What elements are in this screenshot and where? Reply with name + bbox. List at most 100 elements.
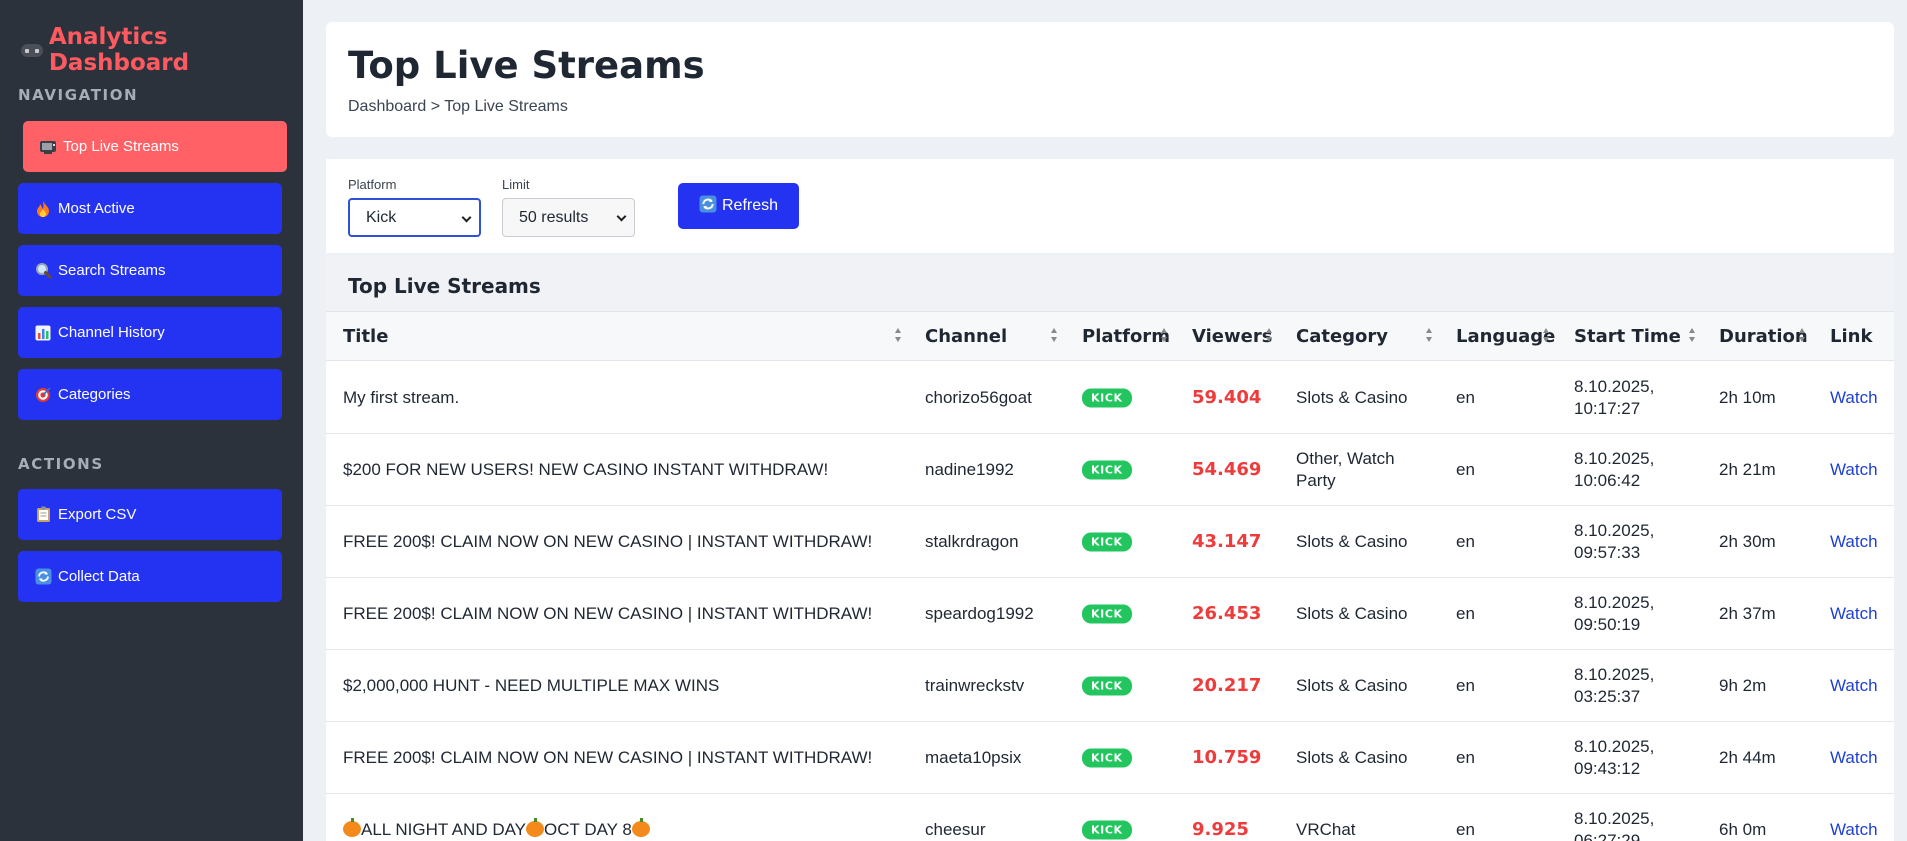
sort-icon[interactable] (1798, 328, 1806, 342)
title-part: ALL NIGHT AND DAY (361, 819, 527, 839)
nav-channel-history[interactable]: Channel History (18, 307, 282, 358)
target-icon (34, 386, 52, 404)
cell-start-time: 8.10.2025, 10:06:42 (1574, 448, 1654, 492)
sort-icon[interactable] (1688, 328, 1696, 342)
gamepad-icon (20, 40, 43, 60)
nav-search-streams[interactable]: Search Streams (18, 245, 282, 296)
cell-language: en (1456, 603, 1475, 623)
watch-link[interactable]: Watch (1830, 675, 1878, 697)
table-column-headers: Title Channel Platform Viewers Category … (326, 312, 1894, 361)
title-part: OCT DAY 8 (544, 819, 632, 839)
cell-duration: 2h 44m (1719, 747, 1776, 767)
filter-bar: Platform Kick Limit 50 results Refresh (326, 159, 1894, 253)
cell-channel: speardog1992 (925, 603, 1034, 623)
nav-item-label: Top Live Streams (63, 138, 179, 155)
platform-label: Platform (348, 177, 397, 192)
app-brand: Analytics Dashboard (20, 24, 303, 76)
chevron-down-icon (616, 211, 627, 222)
refresh-icon (699, 195, 717, 218)
cell-language: en (1456, 675, 1475, 695)
cell-channel: stalkrdragon (925, 531, 1019, 551)
limit-select[interactable]: 50 results (502, 198, 635, 237)
breadcrumb: Dashboard > Top Live Streams (348, 98, 568, 115)
watch-link[interactable]: Watch (1830, 459, 1878, 481)
start-date: 8.10.2025, (1574, 808, 1655, 828)
start-clock: 09:50:19 (1574, 614, 1641, 634)
platform-badge: KICK (1082, 820, 1132, 839)
page-title: Top Live Streams (348, 44, 705, 87)
column-header-channel[interactable]: Channel (925, 326, 1007, 347)
start-date: 8.10.2025, (1574, 376, 1655, 396)
start-date: 8.10.2025, (1574, 592, 1655, 612)
table-row: FREE 200$! CLAIM NOW ON NEW CASINO | INS… (326, 722, 1894, 794)
watch-link[interactable]: Watch (1830, 819, 1878, 841)
start-clock: 09:57:33 (1574, 542, 1641, 562)
cell-viewers: 59.404 (1192, 386, 1262, 408)
page-header: Top Live Streams Dashboard > Top Live St… (326, 22, 1894, 137)
sort-icon[interactable] (1050, 328, 1058, 342)
nav-most-active[interactable]: Most Active (18, 183, 282, 234)
cell-channel: nadine1992 (925, 459, 1014, 479)
sidebar: Analytics Dashboard NAVIGATION Top Live … (0, 0, 303, 841)
column-header-viewers[interactable]: Viewers (1192, 326, 1272, 347)
cell-duration: 6h 0m (1719, 819, 1767, 839)
column-header-language[interactable]: Language (1456, 326, 1555, 347)
cell-category: Slots & Casino (1296, 603, 1408, 623)
nav-item-label: Export CSV (58, 506, 137, 523)
start-clock: 10:17:27 (1574, 398, 1641, 418)
cell-viewers: 20.217 (1192, 674, 1262, 696)
table-row: My first stream. chorizo56goat KICK 59.4… (326, 362, 1894, 434)
start-date: 8.10.2025, (1574, 520, 1655, 540)
watch-link[interactable]: Watch (1830, 603, 1878, 625)
nav-top-live-streams[interactable]: Top Live Streams (23, 121, 287, 172)
nav-item-label: Most Active (58, 200, 135, 217)
cell-start-time: 8.10.2025, 09:50:19 (1574, 592, 1654, 636)
watch-link[interactable]: Watch (1830, 531, 1878, 553)
nav-categories[interactable]: Categories (18, 369, 282, 420)
cell-language: en (1456, 819, 1475, 839)
platform-select[interactable]: Kick (348, 198, 481, 237)
pumpkin-icon (343, 817, 361, 837)
cell-viewers: 43.147 (1192, 530, 1262, 552)
watch-link[interactable]: Watch (1830, 747, 1878, 769)
cell-category: Slots & Casino (1296, 387, 1408, 407)
sort-icon[interactable] (894, 328, 902, 342)
cell-duration: 2h 30m (1719, 531, 1776, 551)
column-header-duration[interactable]: Duration (1719, 326, 1808, 347)
refresh-button[interactable]: Refresh (678, 183, 799, 229)
navigation-section-label: NAVIGATION (18, 86, 139, 104)
start-clock: 03:25:37 (1574, 686, 1641, 706)
chevron-down-icon (461, 212, 472, 223)
sort-icon[interactable] (1160, 328, 1168, 342)
cell-title: FREE 200$! CLAIM NOW ON NEW CASINO | INS… (343, 531, 873, 551)
nav-item-label: Channel History (58, 324, 165, 341)
column-header-platform[interactable]: Platform (1082, 326, 1170, 347)
cell-channel: trainwreckstv (925, 675, 1025, 695)
cell-title: FREE 200$! CLAIM NOW ON NEW CASINO | INS… (343, 747, 873, 767)
platform-badge: KICK (1082, 388, 1132, 407)
column-header-start-time[interactable]: Start Time (1574, 326, 1681, 347)
cell-category: Other, Watch Party (1296, 448, 1395, 490)
sort-icon[interactable] (1425, 328, 1433, 342)
column-header-link: Link (1830, 326, 1873, 347)
limit-label: Limit (502, 177, 530, 192)
start-date: 8.10.2025, (1574, 664, 1655, 684)
cell-duration: 2h 21m (1719, 459, 1776, 479)
cell-start-time: 8.10.2025, 09:43:12 (1574, 736, 1654, 780)
streams-table: Top Live Streams Title Channel Platform … (326, 254, 1894, 841)
sort-icon[interactable] (1265, 328, 1273, 342)
platform-badge: KICK (1082, 676, 1132, 695)
app-title: Analytics Dashboard (48, 24, 190, 76)
export-csv-button[interactable]: Export CSV (18, 489, 282, 540)
nav-item-label: Search Streams (58, 262, 166, 279)
nav-item-label: Categories (58, 386, 131, 403)
cell-channel: chorizo56goat (925, 387, 1032, 407)
table-row: FREE 200$! CLAIM NOW ON NEW CASINO | INS… (326, 506, 1894, 578)
collect-data-button[interactable]: Collect Data (18, 551, 282, 602)
column-header-category[interactable]: Category (1296, 326, 1388, 347)
column-header-title[interactable]: Title (343, 326, 388, 347)
cell-start-time: 8.10.2025, 09:57:33 (1574, 520, 1654, 564)
watch-link[interactable]: Watch (1830, 387, 1878, 409)
clipboard-icon (34, 506, 52, 524)
sort-icon[interactable] (1542, 328, 1550, 342)
